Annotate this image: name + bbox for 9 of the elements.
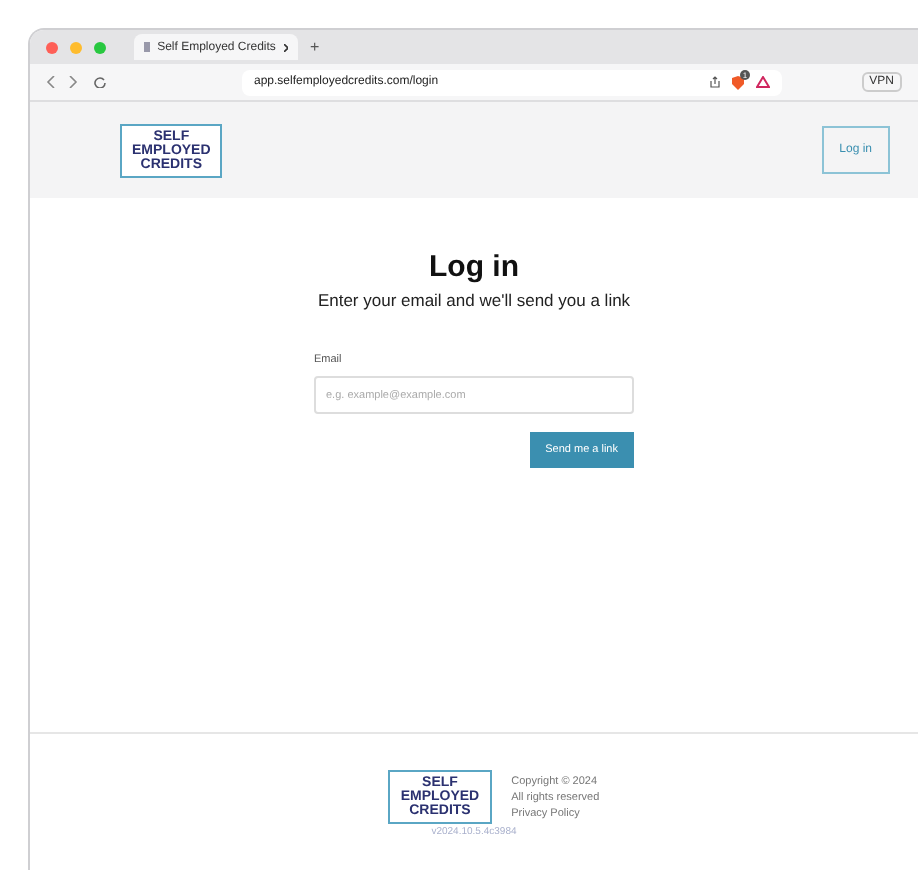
back-forward-icon[interactable] [46,76,78,88]
triangle-icon[interactable] [756,76,770,88]
reload-icon[interactable] [94,76,106,88]
favicon-icon [144,42,150,52]
page-title: Log in [429,250,519,284]
subtitle: Enter your email and we'll send you a link [317,290,631,310]
share-icon[interactable] [710,76,720,88]
shield-icon[interactable] [732,75,744,89]
new-tab-button[interactable]: + [310,38,320,56]
